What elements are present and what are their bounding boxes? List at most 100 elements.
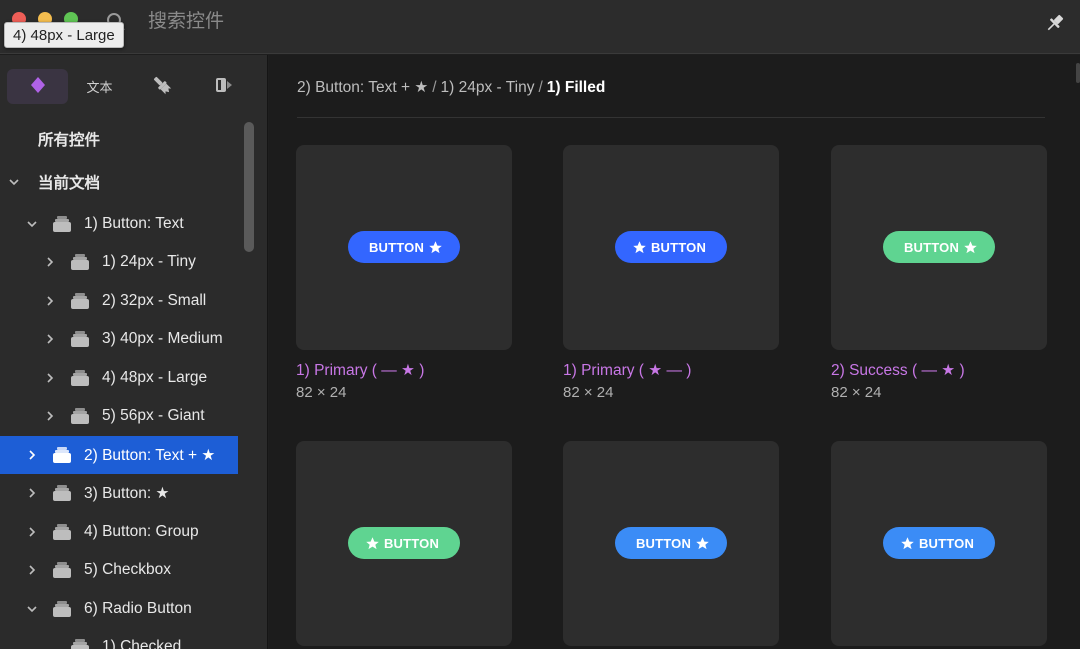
sidebar-item-label: 1) Button: Text bbox=[84, 215, 184, 232]
component-title: 1) Primary ( ★ — ) bbox=[563, 362, 692, 379]
component-card[interactable]: BUTTON bbox=[296, 145, 512, 350]
chevron-right-icon[interactable] bbox=[26, 487, 38, 499]
layers-icon bbox=[52, 216, 72, 232]
button-preview-label: BUTTON bbox=[368, 239, 425, 255]
sidebar-item-label: 5) 56px - Giant bbox=[102, 407, 205, 424]
button-preview-label: BUTTON bbox=[903, 239, 960, 255]
chevron-right-icon[interactable] bbox=[44, 333, 56, 345]
button-preview: BUTTON bbox=[615, 527, 727, 559]
layers-icon bbox=[70, 331, 90, 347]
sidebar-item-button-star[interactable]: 3) Button: ★ bbox=[0, 474, 240, 512]
layers-icon bbox=[70, 254, 90, 270]
chevron-right-icon[interactable] bbox=[44, 410, 56, 422]
component-size: 82 × 24 bbox=[296, 384, 347, 401]
sidebar-item-label: 3) Button: ★ bbox=[84, 484, 170, 502]
divider bbox=[297, 117, 1045, 118]
sidebar-item-checkbox[interactable]: 5) Checkbox bbox=[0, 551, 240, 589]
chevron-right-icon[interactable] bbox=[44, 295, 56, 307]
chevron-down-icon[interactable] bbox=[26, 603, 38, 615]
layers-icon bbox=[52, 601, 72, 617]
main-scrollbar[interactable] bbox=[1076, 63, 1080, 83]
layers-icon bbox=[52, 562, 72, 578]
sidebar-item-current-document[interactable]: 当前文档 bbox=[0, 163, 240, 201]
component-card[interactable]: BUTTON bbox=[831, 441, 1047, 646]
breadcrumb: 2) Button: Text + ★/1) 24px - Tiny/1) Fi… bbox=[297, 78, 605, 97]
sidebar-item-radio-button[interactable]: 6) Radio Button bbox=[0, 590, 240, 628]
sidebar-item-label: 所有控件 bbox=[38, 132, 101, 149]
component-title: 1) Primary ( — ★ ) bbox=[296, 362, 425, 379]
chevron-right-icon[interactable] bbox=[26, 449, 38, 461]
sidebar-item-label: 4) 48px - Large bbox=[102, 369, 208, 386]
layers-icon bbox=[52, 447, 72, 463]
chevron-down-icon[interactable] bbox=[26, 218, 38, 230]
chevron-right-icon[interactable] bbox=[26, 564, 38, 576]
sidebar-item-48px-large[interactable]: 4) 48px - Large bbox=[0, 359, 240, 397]
brush-icon bbox=[151, 74, 173, 99]
sidebar-item-label: 1) 24px - Tiny bbox=[102, 253, 196, 270]
tooltip: 4) 48px - Large bbox=[4, 22, 124, 48]
tab-fill[interactable] bbox=[193, 69, 254, 104]
sidebar-item-checked[interactable]: 1) Checked bbox=[0, 628, 240, 649]
star-icon bbox=[695, 536, 710, 551]
breadcrumb-separator: / bbox=[538, 79, 543, 96]
layers-icon bbox=[52, 485, 72, 501]
star-icon bbox=[365, 536, 380, 551]
chevron-down-icon[interactable] bbox=[8, 176, 20, 188]
button-preview: BUTTON bbox=[883, 231, 995, 263]
component-size: 82 × 24 bbox=[563, 384, 614, 401]
star-icon bbox=[632, 240, 647, 255]
component-card[interactable]: BUTTON bbox=[296, 441, 512, 646]
button-preview-label: BUTTON bbox=[650, 239, 707, 255]
tab-text-label: 文本 bbox=[86, 80, 113, 95]
sidebar-item-label: 3) 40px - Medium bbox=[102, 330, 223, 347]
breadcrumb-item[interactable]: 1) 24px - Tiny bbox=[441, 79, 535, 96]
sidebar: 文本 所有控件 当前文档 1) Button: Text 1) 24px - T… bbox=[0, 55, 268, 649]
sidebar-scrollbar[interactable] bbox=[244, 122, 254, 252]
button-preview-label: BUTTON bbox=[635, 535, 692, 551]
chevron-right-icon[interactable] bbox=[44, 372, 56, 384]
button-preview: BUTTON bbox=[615, 231, 727, 263]
breadcrumb-item[interactable]: 2) Button: Text + ★ bbox=[297, 79, 428, 96]
sidebar-item-56px-giant[interactable]: 5) 56px - Giant bbox=[0, 397, 240, 435]
pin-icon[interactable] bbox=[1044, 12, 1066, 34]
tab-styles[interactable] bbox=[131, 69, 192, 104]
star-icon bbox=[963, 240, 978, 255]
component-card[interactable]: BUTTON bbox=[831, 145, 1047, 350]
fill-icon bbox=[213, 75, 235, 98]
main-panel: 2) Button: Text + ★/1) 24px - Tiny/1) Fi… bbox=[269, 55, 1080, 649]
star-icon bbox=[900, 536, 915, 551]
layers-icon bbox=[52, 524, 72, 540]
button-preview: BUTTON bbox=[883, 527, 995, 559]
star-icon bbox=[428, 240, 443, 255]
breadcrumb-separator: / bbox=[432, 79, 437, 96]
sidebar-item-24px-tiny[interactable]: 1) 24px - Tiny bbox=[0, 243, 240, 281]
sidebar-item-button-text[interactable]: 1) Button: Text bbox=[0, 205, 240, 243]
component-card[interactable]: BUTTON bbox=[563, 145, 779, 350]
sidebar-item-label: 4) Button: Group bbox=[84, 523, 199, 540]
sidebar-item-all-components[interactable]: 所有控件 bbox=[0, 120, 240, 158]
chevron-right-icon[interactable] bbox=[44, 256, 56, 268]
sidebar-item-32px-small[interactable]: 2) 32px - Small bbox=[0, 282, 240, 320]
diamond-icon bbox=[30, 76, 46, 97]
sidebar-item-label: 当前文档 bbox=[38, 175, 101, 192]
sidebar-item-label: 1) Checked bbox=[102, 638, 182, 649]
search-input[interactable] bbox=[148, 10, 748, 34]
tab-components[interactable] bbox=[7, 69, 68, 104]
button-preview: BUTTON bbox=[348, 527, 460, 559]
layers-icon bbox=[70, 408, 90, 424]
chevron-right-icon[interactable] bbox=[26, 526, 38, 538]
title-bar bbox=[0, 0, 1080, 54]
sidebar-item-40px-medium[interactable]: 3) 40px - Medium bbox=[0, 320, 240, 358]
component-title: 2) Success ( — ★ ) bbox=[831, 362, 965, 379]
breadcrumb-current: 1) Filled bbox=[546, 79, 606, 96]
sidebar-tabs: 文本 bbox=[7, 69, 257, 105]
sidebar-item-label: 2) Button: Text + ★ bbox=[84, 446, 216, 464]
sidebar-item-label: 6) Radio Button bbox=[84, 600, 192, 617]
sidebar-item-label: 2) 32px - Small bbox=[102, 292, 207, 309]
sidebar-item-button-text-star[interactable]: 2) Button: Text + ★ bbox=[0, 436, 238, 474]
component-card[interactable]: BUTTON bbox=[563, 441, 779, 646]
layers-icon bbox=[70, 639, 90, 649]
sidebar-item-button-group[interactable]: 4) Button: Group bbox=[0, 513, 240, 551]
tab-text[interactable]: 文本 bbox=[69, 69, 130, 104]
layers-icon bbox=[70, 293, 90, 309]
